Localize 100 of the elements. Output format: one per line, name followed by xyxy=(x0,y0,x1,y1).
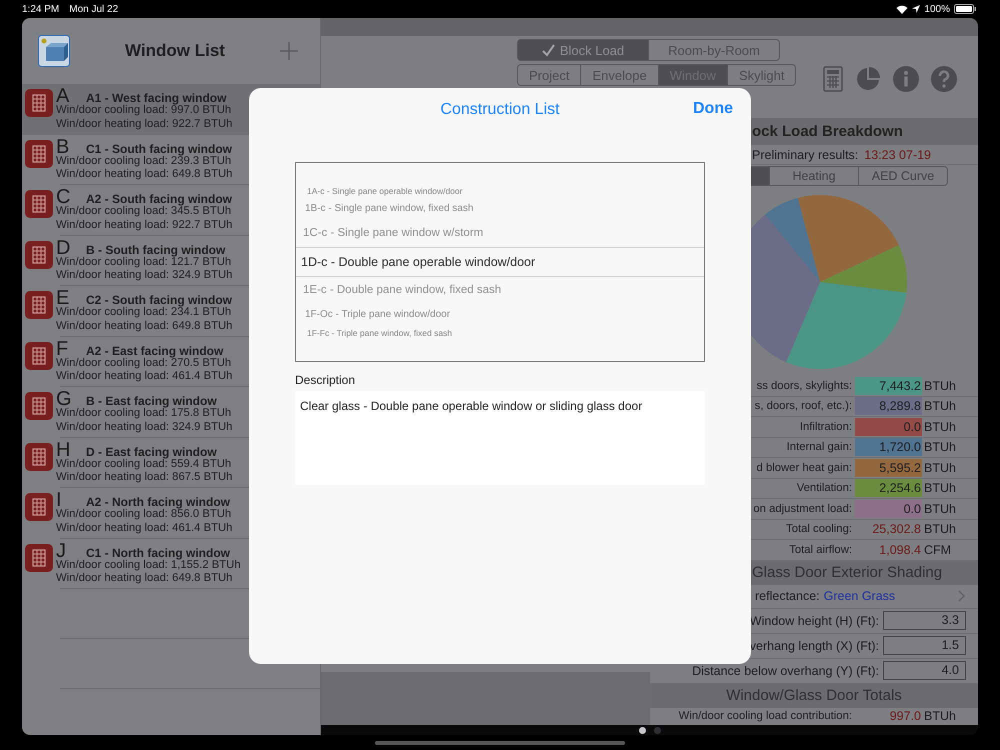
description-field[interactable]: Clear glass - Double pane operable window or sliding glass door xyxy=(295,391,705,485)
cooling-load-text: Win/door cooling load: 239.3 BTUh xyxy=(56,154,232,168)
item-letter: J xyxy=(56,540,66,562)
window-grid-icon xyxy=(25,89,53,117)
picker-option[interactable]: 1D-c - Double pane operable window/door xyxy=(296,246,704,276)
clock-time: 1:24 PM xyxy=(22,4,60,14)
field-label: verhang length (X) (Ft): xyxy=(748,638,879,652)
window-grid-icon xyxy=(25,442,53,470)
item-letter: D xyxy=(56,236,70,258)
heating-load-text: Win/door heating load: 867.5 BTUh xyxy=(56,471,232,484)
wifi-icon xyxy=(896,4,908,14)
window-name: C1 - South facing window xyxy=(86,142,232,156)
dialog-title: Construction List xyxy=(440,101,560,119)
picker-option[interactable]: 1E-c - Double pane window, fixed sash xyxy=(296,276,704,304)
heating-load-text: Win/door heating load: 649.8 BTUh xyxy=(56,320,232,333)
breakdown-tab[interactable]: Heating xyxy=(769,166,859,186)
cooling-load-text: Win/door cooling load: 270.5 BTUh xyxy=(56,356,232,370)
heating-load-text: Win/door heating load: 922.7 BTUh xyxy=(56,218,232,232)
heating-load-text: Win/door heating load: 324.9 BTUh xyxy=(56,269,232,282)
done-button[interactable]: Done xyxy=(693,100,733,118)
load-label: ss doors, skylights: xyxy=(756,380,852,392)
selected-tab[interactable] xyxy=(750,166,770,186)
load-label: Infiltration: xyxy=(798,420,852,433)
window-grid-icon xyxy=(25,493,53,521)
battery-percent: 100% xyxy=(924,4,950,14)
breakdown-tab[interactable]: AED Curve xyxy=(858,166,948,186)
cooling-load-text: Win/door cooling load: 175.8 BTUh xyxy=(56,407,232,420)
heating-load-text: Win/door heating load: 324.9 BTUh xyxy=(56,420,232,434)
home-indicator[interactable] xyxy=(375,740,625,744)
unit-text: BTUh xyxy=(924,378,956,393)
load-label: s, doors, roof, etc.): xyxy=(754,400,852,412)
unit-text: BTUh xyxy=(924,709,956,724)
load-label: d blower heat gain: xyxy=(756,462,852,474)
load-value: 8,289.8 xyxy=(855,397,922,416)
field-label: Window height (H) (Ft): xyxy=(748,614,879,628)
item-letter: H xyxy=(56,438,70,460)
window-grid-icon xyxy=(25,190,53,218)
window-list-item[interactable]: I A2 - North facing window Win/door cooling load: 856.0 BTUh Win/door heating load: 461.4 BTUh xyxy=(22,488,320,538)
help-icon[interactable] xyxy=(931,66,957,92)
picker-option[interactable]: 1F-Oc - Triple pane window/door xyxy=(296,304,704,325)
window-name: B - East facing window xyxy=(86,394,217,408)
unit-text: BTUh xyxy=(924,440,956,454)
reflectance-value[interactable]: Green Grass xyxy=(824,589,896,603)
checkmark-icon xyxy=(542,44,555,56)
window-grid-icon xyxy=(25,342,53,370)
cube-app-icon[interactable] xyxy=(38,35,70,67)
number-field[interactable]: 1.5 xyxy=(883,636,966,655)
window-name: B - South facing window xyxy=(86,242,226,256)
mode-segment[interactable]: Block Load xyxy=(517,39,649,61)
unit-text: CFM xyxy=(924,542,952,557)
description-label: Description xyxy=(295,372,356,388)
number-field[interactable]: 4.0 xyxy=(883,661,966,680)
construction-picker[interactable] xyxy=(295,162,705,362)
page-dot[interactable] xyxy=(638,726,646,734)
window-name: A2 - East facing window xyxy=(86,344,224,358)
add-icon[interactable] xyxy=(280,42,298,60)
load-label: Win/door cooling load contribution: xyxy=(678,710,852,722)
page-dot[interactable] xyxy=(654,726,660,734)
heating-load-text: Win/door heating load: 922.7 BTUh xyxy=(56,118,232,131)
load-value: 997.0 xyxy=(888,708,922,726)
picker-option[interactable]: 1B-c - Single pane window, fixed sash xyxy=(296,198,704,219)
window-grid-icon xyxy=(25,240,53,268)
load-label: Total cooling: xyxy=(785,523,852,536)
heating-load-text: Win/door heating load: 649.8 BTUh xyxy=(56,168,232,182)
picker-option[interactable]: 1C-c - Single pane window w/storm xyxy=(296,219,704,246)
info-icon[interactable] xyxy=(893,66,919,92)
status-time: 13:23 07-19 xyxy=(864,148,932,162)
heating-load-text: Win/door heating load: 461.4 BTUh xyxy=(56,522,232,535)
load-value: 1,720.0 xyxy=(855,438,922,456)
window-grid-icon xyxy=(25,392,53,420)
load-label: on adjustment load: xyxy=(752,502,852,515)
window-name: A2 - North facing window xyxy=(86,495,230,509)
shading-title: Glass Door Exterior Shading xyxy=(752,564,942,581)
calculator-icon[interactable] xyxy=(823,66,843,92)
chevron-right-icon[interactable] xyxy=(958,590,965,602)
window-list-item[interactable]: B C1 - South facing window Win/door cooling load: 239.3 BTUh Win/door heating load: 649.8 BTUh xyxy=(22,134,320,185)
cooling-load-text: Win/door cooling load: 997.0 BTUh xyxy=(56,104,232,118)
cooling-load-text: Win/door cooling load: 1,155.2 BTUh xyxy=(56,558,241,572)
picker-option[interactable]: 1F-Fc - Triple pane window, fixed sash xyxy=(296,325,704,340)
reflectance-label: reflectance: xyxy=(755,589,820,603)
load-value: 5,595.2 xyxy=(855,458,922,477)
window-list-item[interactable]: J C1 - North facing window Win/door cooling load: 1,155.2 BTUh Win/door heating load: 649.8 BTUh xyxy=(22,538,320,589)
location-arrow-icon xyxy=(912,5,920,13)
pie-chart-icon[interactable] xyxy=(855,66,881,92)
unit-text: BTUh xyxy=(924,481,956,496)
picker-option[interactable]: 1A-c - Single pane operable window/door xyxy=(296,183,704,198)
cooling-load-text: Win/door cooling load: 559.4 BTUh xyxy=(56,458,232,471)
load-value: 0.0 xyxy=(855,500,922,518)
item-letter: B xyxy=(56,136,70,158)
unit-text: BTUh xyxy=(924,522,956,536)
load-value: 2,254.6 xyxy=(855,479,922,498)
load-label: Total airflow: xyxy=(788,544,852,556)
window-grid-icon xyxy=(25,140,53,168)
window-grid-icon xyxy=(25,544,53,572)
status-label: Preliminary results: xyxy=(752,148,858,162)
load-value: 25,302.8 xyxy=(871,521,922,538)
number-field[interactable]: 3.3 xyxy=(883,611,966,630)
load-value: 1,098.4 xyxy=(878,542,922,559)
window-name: A2 - South facing window xyxy=(86,192,232,206)
cooling-load-text: Win/door cooling load: 856.0 BTUh xyxy=(56,508,232,522)
